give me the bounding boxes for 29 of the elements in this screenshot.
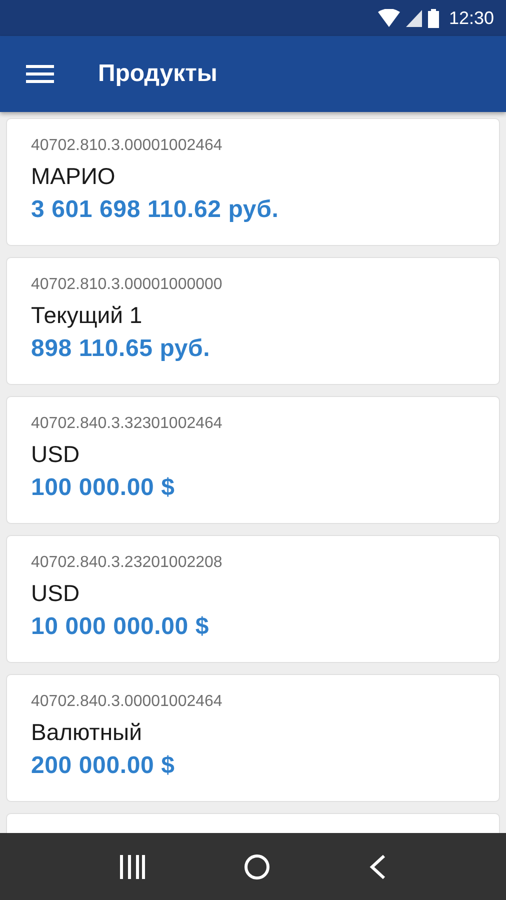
account-name: Текущий 1: [31, 302, 144, 329]
home-button[interactable]: [244, 854, 270, 880]
signal-icon: [406, 10, 422, 26]
account-name: USD: [31, 580, 81, 607]
menu-button[interactable]: [26, 63, 54, 85]
account-balance: 3 601 698 110.62 руб.: [31, 196, 280, 224]
account-name: USD: [31, 441, 81, 468]
battery-icon: [428, 8, 439, 28]
page-title: Продукты: [98, 60, 218, 88]
account-name: МАРИО: [31, 163, 116, 190]
account-card[interactable]: 40702.840.3.23201002208 USD 10 000 000.00 $: [6, 535, 500, 663]
account-balance: 898 110.65 руб.: [31, 335, 212, 363]
account-balance: 200 000.00 $: [31, 752, 176, 780]
clock-time: 12:30: [448, 8, 494, 28]
account-name: Валютный: [31, 719, 143, 746]
account-number: 40702.810.3.00001000000: [31, 276, 224, 294]
account-card[interactable]: 40702.810.3.00001002464 МАРИО 3 601 698 110.62 руб.: [6, 118, 500, 246]
account-balance: 10 000 000.00 $: [31, 613, 210, 641]
recent-apps-button[interactable]: [119, 854, 146, 878]
account-card[interactable]: 40702.840.3.00001002464 Валютный 200 000.00 $: [6, 674, 500, 802]
back-button[interactable]: [368, 854, 387, 880]
account-number: 40702.840.3.23201002208: [31, 554, 224, 572]
account-balance: 100 000.00 $: [31, 474, 176, 502]
account-card[interactable]: 40702.810.3.00001000000 Текущий 1 898 110.65 руб.: [6, 257, 500, 385]
wifi-icon: [378, 9, 400, 27]
account-card[interactable]: 40702.840.3.32301002464 USD 100 000.00 $: [6, 396, 500, 524]
account-number: 40702.810.3.00001002464: [31, 137, 224, 155]
account-number: 40702.840.3.32301002464: [31, 415, 224, 433]
account-number: 40702.840.3.00001002464: [31, 693, 224, 711]
